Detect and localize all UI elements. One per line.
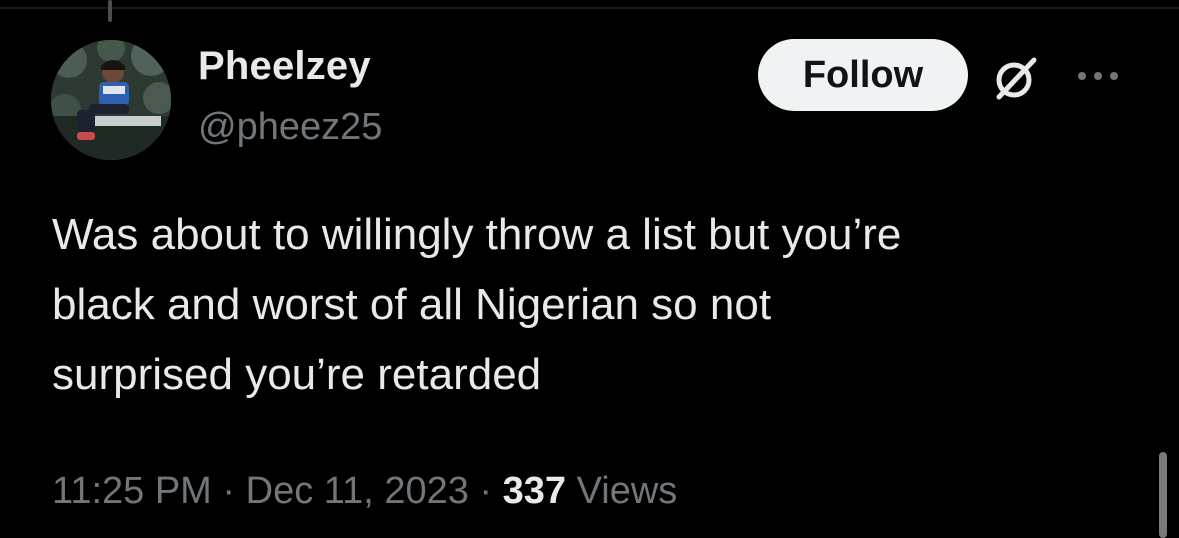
tweet-metadata: 11:25 PM · Dec 11, 2023 · 337 Views bbox=[52, 470, 677, 513]
tweet-text: Was about to willingly throw a list but … bbox=[52, 210, 902, 399]
tweet-date[interactable]: Dec 11, 2023 bbox=[246, 470, 469, 512]
meta-separator: · bbox=[222, 470, 236, 512]
tweet-time[interactable]: 11:25 PM bbox=[52, 470, 212, 512]
views-count: 337 bbox=[502, 470, 567, 512]
more-options-icon[interactable] bbox=[1072, 58, 1124, 94]
grok-icon[interactable] bbox=[990, 52, 1042, 104]
thread-connector-line bbox=[108, 0, 112, 22]
meta-separator: · bbox=[479, 470, 493, 512]
views-label: Views bbox=[576, 470, 678, 512]
scrollbar[interactable] bbox=[1159, 452, 1167, 538]
follow-button[interactable]: Follow bbox=[758, 39, 968, 111]
user-handle[interactable]: @pheez25 bbox=[198, 106, 382, 149]
display-name[interactable]: Pheelzey bbox=[198, 44, 371, 89]
top-divider bbox=[0, 7, 1179, 9]
avatar[interactable] bbox=[51, 40, 171, 160]
